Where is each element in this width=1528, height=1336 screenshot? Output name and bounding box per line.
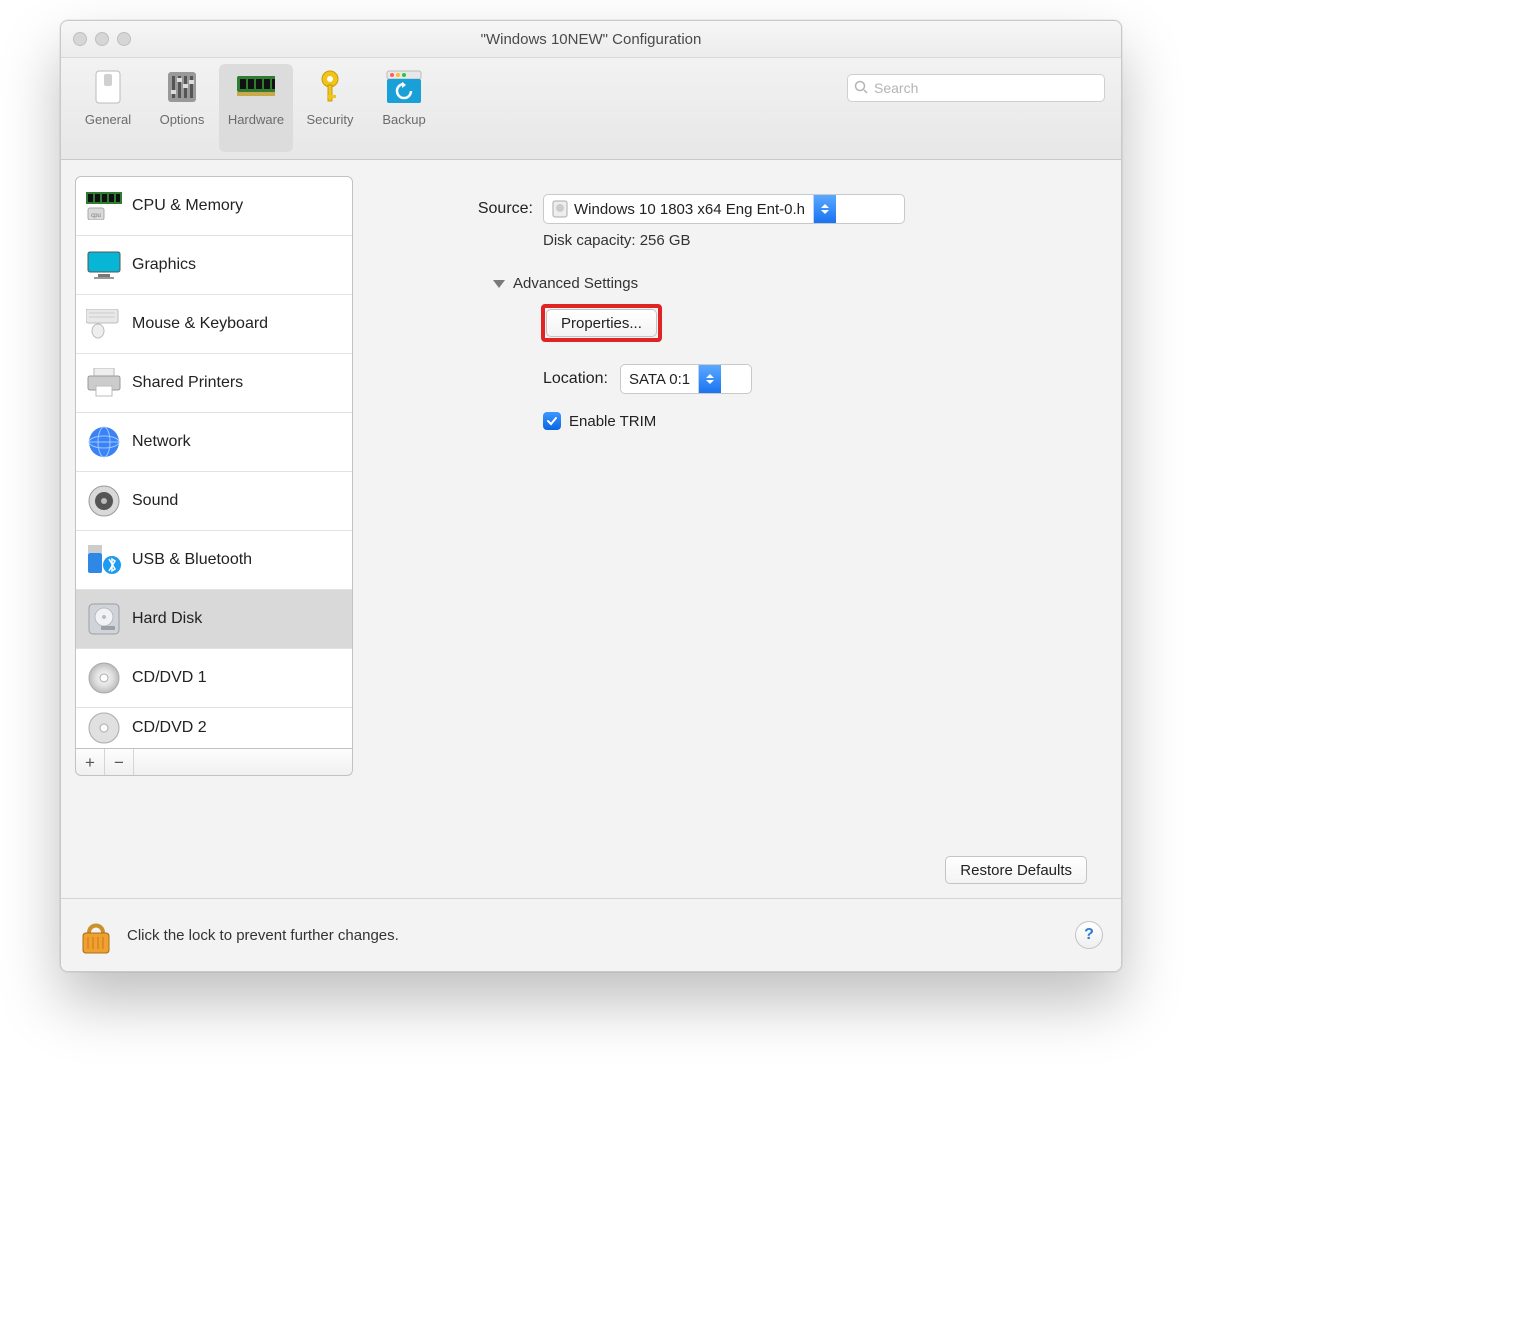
disclosure-triangle-icon: [493, 280, 505, 288]
stepper-arrows-icon: [698, 365, 721, 393]
source-select[interactable]: Windows 10 1803 x64 Eng Ent-0.h: [543, 194, 905, 224]
disc-icon: [86, 710, 122, 746]
hardware-sidebar: cpu CPU & Memory Graphics Mouse & Keyboa…: [75, 176, 353, 884]
tab-label: Hardware: [228, 112, 284, 127]
tab-label: Security: [307, 112, 354, 127]
add-device-button[interactable]: +: [76, 749, 105, 775]
advanced-settings-disclosure[interactable]: Advanced Settings: [493, 275, 1087, 292]
sidebar-item-label: Sound: [132, 492, 178, 510]
toolbar: General Options Hardware Security Backup: [61, 58, 1121, 160]
sidebar-item-network[interactable]: Network: [76, 413, 352, 472]
disk-capacity-text: Disk capacity: 256 GB: [543, 232, 1087, 249]
tab-hardware[interactable]: Hardware: [219, 64, 293, 152]
sidebar-item-mouse-keyboard[interactable]: Mouse & Keyboard: [76, 295, 352, 354]
zoom-window-button[interactable]: [117, 32, 131, 46]
location-value: SATA 0:1: [629, 371, 690, 388]
sidebar-item-hard-disk[interactable]: Hard Disk: [76, 590, 352, 649]
window-title: "Windows 10NEW" Configuration: [61, 31, 1121, 48]
sidebar-item-cddvd-2[interactable]: CD/DVD 2: [76, 708, 352, 748]
location-label: Location:: [543, 370, 608, 388]
sidebar-item-label: CPU & Memory: [132, 197, 243, 215]
sidebar-item-label: CD/DVD 1: [132, 669, 207, 687]
mouse-keyboard-icon: [86, 306, 122, 342]
help-button[interactable]: ?: [1075, 921, 1103, 949]
remove-device-button[interactable]: −: [105, 749, 134, 775]
sliders-icon: [163, 68, 201, 106]
usb-bluetooth-icon: [86, 542, 122, 578]
advanced-settings-label: Advanced Settings: [513, 275, 638, 292]
sidebar-item-cpu-memory[interactable]: cpu CPU & Memory: [76, 177, 352, 236]
titlebar: "Windows 10NEW" Configuration: [61, 21, 1121, 58]
search-placeholder: Search: [874, 80, 918, 96]
tab-backup[interactable]: Backup: [367, 64, 441, 152]
printer-icon: [86, 365, 122, 401]
enable-trim-checkbox[interactable]: Enable TRIM: [543, 412, 1087, 430]
window-controls: [73, 32, 131, 46]
sidebar-item-label: Mouse & Keyboard: [132, 315, 268, 333]
backup-icon: [385, 68, 423, 106]
sidebar-item-label: Network: [132, 433, 191, 451]
restore-defaults-button[interactable]: Restore Defaults: [945, 856, 1087, 884]
sidebar-item-shared-printers[interactable]: Shared Printers: [76, 354, 352, 413]
source-value: Windows 10 1803 x64 Eng Ent-0.h: [574, 201, 805, 218]
config-window: "Windows 10NEW" Configuration General Op…: [60, 20, 1122, 972]
globe-icon: [86, 424, 122, 460]
stepper-arrows-icon: [813, 195, 836, 223]
search-icon: [854, 80, 868, 94]
hard-disk-detail: Source: Windows 10 1803 x64 Eng Ent-0.h …: [353, 176, 1107, 884]
minimize-window-button[interactable]: [95, 32, 109, 46]
sidebar-item-cddvd-1[interactable]: CD/DVD 1: [76, 649, 352, 708]
source-label: Source:: [403, 200, 533, 218]
sidebar-footer: + −: [75, 749, 353, 776]
sidebar-item-graphics[interactable]: Graphics: [76, 236, 352, 295]
svg-text:cpu: cpu: [91, 213, 101, 219]
close-window-button[interactable]: [73, 32, 87, 46]
sidebar-item-sound[interactable]: Sound: [76, 472, 352, 531]
tab-general[interactable]: General: [71, 64, 145, 152]
switch-icon: [89, 68, 127, 106]
sidebar-item-label: CD/DVD 2: [132, 719, 207, 737]
tab-options[interactable]: Options: [145, 64, 219, 152]
lock-hint-text: Click the lock to prevent further change…: [127, 927, 399, 944]
tab-label: Options: [160, 112, 205, 127]
hard-disk-icon: [86, 601, 122, 637]
ram-icon: [237, 68, 275, 106]
properties-button[interactable]: Properties...: [546, 309, 657, 337]
sidebar-item-label: Shared Printers: [132, 374, 243, 392]
tab-security[interactable]: Security: [293, 64, 367, 152]
footer-bar: Click the lock to prevent further change…: [61, 898, 1121, 971]
sidebar-item-label: Graphics: [132, 256, 196, 274]
enable-trim-label: Enable TRIM: [569, 413, 656, 430]
search-input[interactable]: Search: [847, 74, 1105, 102]
checkbox-checked-icon: [543, 412, 561, 430]
key-icon: [311, 68, 349, 106]
tab-label: General: [85, 112, 131, 127]
location-select[interactable]: SATA 0:1: [620, 364, 752, 394]
disc-icon: [86, 660, 122, 696]
tab-label: Backup: [382, 112, 425, 127]
sidebar-item-usb-bluetooth[interactable]: USB & Bluetooth: [76, 531, 352, 590]
sidebar-item-label: USB & Bluetooth: [132, 551, 252, 569]
speaker-icon: [86, 483, 122, 519]
disk-file-icon: [552, 200, 568, 218]
cpu-memory-icon: cpu: [86, 188, 122, 224]
sidebar-item-label: Hard Disk: [132, 610, 202, 628]
lock-icon[interactable]: [79, 915, 113, 955]
monitor-icon: [86, 247, 122, 283]
